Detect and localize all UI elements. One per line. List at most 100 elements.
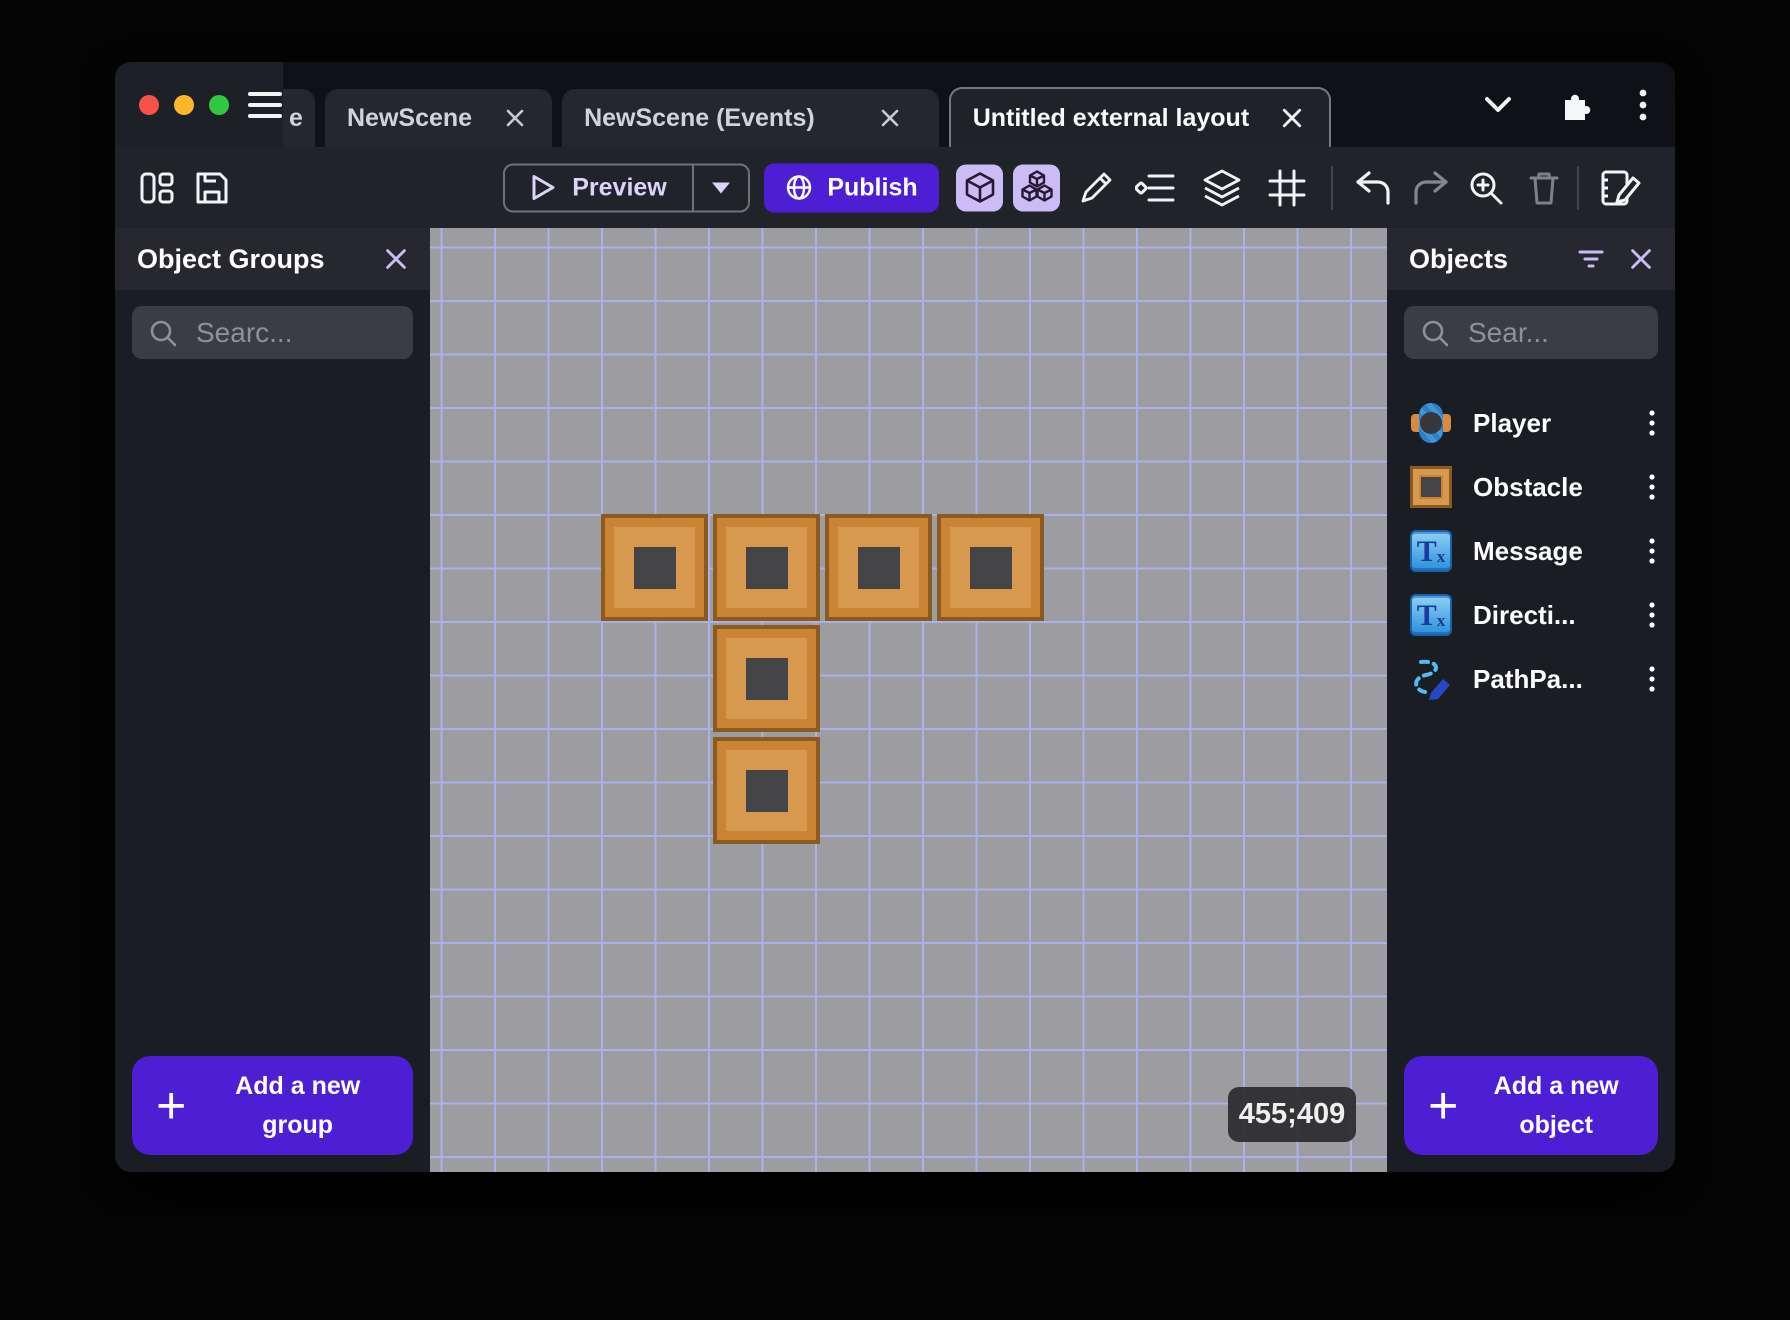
add-group-label-line2: group (262, 1110, 334, 1139)
zoom-window-button[interactable] (209, 94, 229, 115)
object-menu-icon[interactable] (1649, 538, 1655, 564)
panel-title: Objects (1409, 243, 1509, 274)
tab-untitled-external-layout[interactable]: Untitled external layout (948, 87, 1332, 147)
tab-label: e (289, 103, 303, 132)
save-icon[interactable] (193, 169, 231, 207)
redo-icon[interactable] (1411, 170, 1451, 206)
toolbar-separator (1331, 165, 1333, 210)
close-panel-icon[interactable] (384, 247, 408, 271)
add-group-label-line1: Add a new (235, 1071, 361, 1100)
obstacle-instance[interactable] (713, 625, 820, 732)
editor-toolbar: Preview Publish (115, 147, 1675, 228)
text-icon: Tx (1409, 593, 1453, 637)
object-row[interactable]: Tx Message (1387, 519, 1675, 583)
tab-label: NewScene (Events) (584, 103, 815, 132)
preview-button[interactable]: Preview (503, 163, 750, 212)
app-window: e NewScene NewScene (Events) Untitled ex… (115, 62, 1675, 1172)
object-menu-icon[interactable] (1649, 410, 1655, 436)
obstacle-instance[interactable] (825, 514, 932, 621)
object-list: Player Obstacle Tx Message Tx Directi... PathP… (1387, 391, 1675, 711)
toolbar-separator (1577, 165, 1579, 210)
edit-pencil-icon[interactable] (1077, 169, 1115, 207)
publish-button[interactable]: Publish (764, 163, 939, 212)
object-menu-icon[interactable] (1649, 666, 1655, 692)
delete-trash-icon[interactable] (1525, 169, 1563, 207)
obstacle-instance[interactable] (937, 514, 1044, 621)
text-icon: Tx (1409, 529, 1453, 573)
object-groups-search (132, 306, 413, 359)
tab-label: NewScene (347, 103, 473, 132)
object-name: Directi... (1473, 599, 1576, 630)
obstacle-icon (1409, 465, 1453, 509)
search-icon (1422, 320, 1449, 346)
play-icon (532, 175, 555, 200)
edit-scene-icon[interactable] (1599, 168, 1643, 208)
filter-icon[interactable] (1577, 248, 1605, 270)
zoom-in-icon[interactable] (1467, 169, 1505, 207)
title-bar: e NewScene NewScene (Events) Untitled ex… (115, 62, 1675, 147)
toggle-3d-view-button[interactable] (956, 164, 1003, 211)
tab-newscene[interactable]: NewScene (325, 89, 553, 147)
object-name: Message (1473, 535, 1583, 566)
tab-label: Untitled external layout (972, 103, 1250, 132)
object-name: Player (1473, 407, 1552, 438)
obstacle-instance[interactable] (713, 514, 820, 621)
object-row[interactable]: Player (1387, 391, 1675, 455)
obstacle-instance[interactable] (713, 737, 820, 844)
chevron-down-icon[interactable] (1483, 95, 1513, 115)
objects-panel: Objects Player Obstacle Tx Message Tx Directi… (1387, 228, 1675, 1172)
window-controls (115, 62, 283, 147)
tab-clipped[interactable]: e (283, 89, 315, 147)
preview-button-main[interactable]: Preview (505, 165, 692, 210)
search-icon (150, 320, 177, 346)
cube-icon (965, 172, 994, 203)
caret-down-icon (712, 182, 730, 193)
object-menu-icon[interactable] (1649, 602, 1655, 628)
layers-icon[interactable] (1200, 166, 1244, 210)
more-options-icon[interactable] (1639, 89, 1647, 121)
instances-list-icon[interactable] (1135, 171, 1177, 205)
close-tab-icon[interactable] (875, 103, 905, 133)
cubes-stack-icon (1020, 170, 1053, 202)
search-input[interactable] (1468, 316, 1642, 349)
globe-icon (787, 175, 812, 200)
add-group-button[interactable]: + Add a new group (132, 1056, 413, 1155)
object-row[interactable]: PathPa... (1387, 647, 1675, 711)
search-input[interactable] (196, 316, 397, 349)
panel-title: Object Groups (137, 243, 325, 274)
tab-strip: e NewScene NewScene (Events) Untitled ex… (283, 62, 1675, 147)
close-tab-icon[interactable] (500, 103, 530, 133)
publish-label: Publish (827, 173, 918, 201)
close-window-button[interactable] (139, 94, 159, 115)
path-icon (1409, 657, 1453, 701)
home-dashboard-icon[interactable] (139, 170, 175, 206)
objects-search (1404, 306, 1658, 359)
close-tab-icon[interactable] (1277, 103, 1307, 133)
add-object-label-line1: Add a new (1493, 1071, 1619, 1100)
object-name: PathPa... (1473, 663, 1583, 694)
main-menu-icon[interactable] (248, 91, 282, 118)
object-groups-header: Object Groups (115, 228, 430, 290)
objects-header: Objects (1387, 228, 1675, 290)
add-object-button[interactable]: + Add a new object (1404, 1056, 1658, 1155)
extensions-puzzle-icon[interactable] (1559, 88, 1593, 122)
obstacle-instance[interactable] (601, 514, 708, 621)
preview-options-dropdown[interactable] (692, 165, 748, 210)
add-object-label-line2: object (1519, 1110, 1593, 1139)
scene-canvas[interactable]: 455;409 (430, 228, 1387, 1172)
plus-icon: + (1428, 1076, 1459, 1135)
object-row[interactable]: Tx Directi... (1387, 583, 1675, 647)
plus-icon: + (156, 1076, 187, 1135)
minimize-window-button[interactable] (174, 94, 194, 115)
close-panel-icon[interactable] (1629, 247, 1653, 271)
undo-icon[interactable] (1353, 170, 1393, 206)
cursor-coordinates-badge: 455;409 (1228, 1087, 1356, 1142)
object-row[interactable]: Obstacle (1387, 455, 1675, 519)
object-groups-panel: Object Groups + Add a new group (115, 228, 430, 1172)
grid-icon[interactable] (1267, 168, 1307, 208)
toggle-instances-view-button[interactable] (1013, 164, 1060, 211)
preview-label: Preview (572, 173, 667, 201)
object-menu-icon[interactable] (1649, 474, 1655, 500)
player-icon (1409, 401, 1453, 445)
tab-newscene-events[interactable]: NewScene (Events) (562, 89, 939, 147)
